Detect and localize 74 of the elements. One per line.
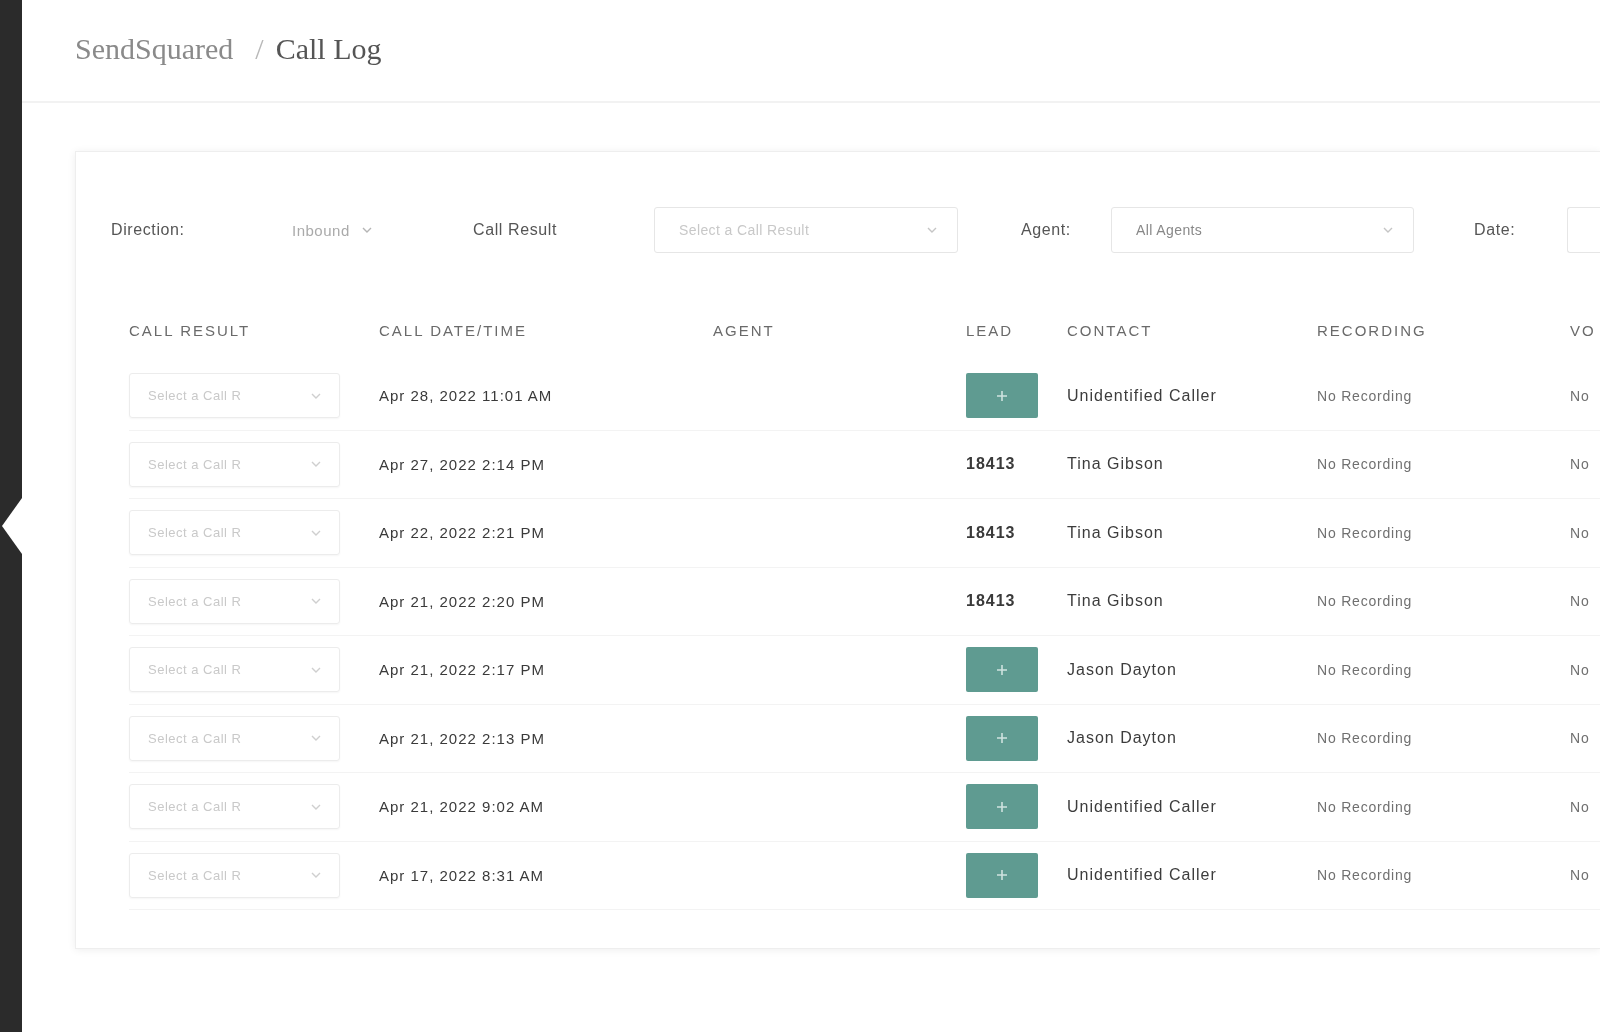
- table-cell: Apr 21, 2022 9:02 AM: [379, 798, 545, 816]
- dropdown[interactable]: Inbound: [292, 221, 418, 239]
- table-cell: Apr 22, 2022 2:21 PM: [379, 524, 545, 542]
- filter-label: Date:: [1474, 221, 1517, 239]
- table-cell: No Recording: [1317, 661, 1413, 678]
- add-button[interactable]: [966, 373, 1038, 419]
- table-cell: Tina Gibson: [1067, 592, 1164, 611]
- table-cell: 18413: [966, 455, 1016, 474]
- chevron-down-icon: [311, 803, 321, 810]
- plus-icon: [996, 663, 1008, 676]
- plus-icon: [996, 869, 1008, 882]
- table-cell: Unidentified Caller: [1067, 866, 1217, 885]
- table-cell: Jason Dayton: [1067, 660, 1177, 679]
- chevron-down-icon: [927, 227, 937, 233]
- plus-icon: [996, 732, 1008, 745]
- table-cell: No: [1570, 593, 1590, 610]
- column-header: RECORDING: [1317, 321, 1428, 339]
- add-button[interactable]: [966, 647, 1038, 693]
- table-cell: Apr 21, 2022 2:13 PM: [379, 729, 545, 747]
- plus-icon: [996, 389, 1008, 402]
- table-cell: 18413: [966, 592, 1016, 611]
- chevron-down-icon: [311, 461, 321, 468]
- table-cell: No: [1570, 798, 1590, 815]
- filter-label: Agent:: [1021, 221, 1072, 239]
- table-cell: No Recording: [1317, 798, 1413, 815]
- table-cell: No Recording: [1317, 867, 1413, 884]
- chevron-down-icon: [311, 598, 321, 605]
- add-button[interactable]: [966, 784, 1038, 830]
- table-cell: Unidentified Caller: [1067, 386, 1217, 405]
- table-cell: No Recording: [1317, 456, 1413, 473]
- table-cell: Tina Gibson: [1067, 523, 1164, 542]
- table-cell: Apr 21, 2022 2:20 PM: [379, 592, 545, 610]
- table-cell: Apr 21, 2022 2:17 PM: [379, 661, 545, 679]
- table-cell: No Recording: [1317, 387, 1413, 404]
- table-cell: Unidentified Caller: [1067, 797, 1217, 816]
- chevron-down-icon: [361, 227, 372, 233]
- table-cell: 18413: [966, 523, 1016, 542]
- table-cell: No: [1570, 867, 1590, 884]
- chevron-down-icon: [311, 735, 321, 742]
- table-cell: Apr 27, 2022 2:14 PM: [379, 455, 545, 473]
- table-cell: Jason Dayton: [1067, 729, 1177, 748]
- table-cell: Apr 17, 2022 8:31 AM: [379, 866, 545, 884]
- chevron-down-icon: [1383, 227, 1393, 233]
- table-cell: No Recording: [1317, 524, 1413, 541]
- table-cell: No: [1570, 456, 1590, 473]
- chevron-down-icon: [311, 529, 321, 536]
- table-cell: Apr 28, 2022 11:01 AM: [379, 387, 553, 405]
- add-button[interactable]: [966, 852, 1038, 898]
- breadcrumb-separator: /: [255, 31, 264, 66]
- column-header: CALL RESULT: [129, 321, 252, 339]
- table-cell: No Recording: [1317, 593, 1413, 610]
- table-cell: Tina Gibson: [1067, 455, 1164, 474]
- breadcrumb-link[interactable]: SendSquared: [75, 31, 234, 66]
- dropdown[interactable]: All Agents: [1111, 207, 1414, 253]
- chevron-down-icon: [311, 666, 321, 673]
- column-header: VO: [1570, 321, 1597, 339]
- table-cell: No Recording: [1317, 730, 1413, 747]
- column-header: AGENT: [713, 321, 776, 339]
- chevron-down-icon: [311, 872, 321, 879]
- column-header: CONTACT: [1067, 321, 1154, 339]
- plus-icon: [996, 800, 1008, 813]
- column-header: LEAD: [966, 321, 1015, 339]
- date-field[interactable]: [1567, 207, 1600, 253]
- add-button[interactable]: [966, 715, 1038, 761]
- page-title: Call Log: [275, 31, 382, 66]
- table-cell: No: [1570, 730, 1590, 747]
- table-cell: No: [1570, 524, 1590, 541]
- column-header: CALL DATE/TIME: [379, 321, 529, 339]
- chevron-down-icon: [311, 392, 321, 399]
- filter-label: Direction:: [111, 221, 186, 239]
- table-cell: No: [1570, 387, 1590, 404]
- table-cell: No: [1570, 661, 1590, 678]
- left-triangle-icon[interactable]: [0, 498, 22, 554]
- filter-label: Call Result: [473, 221, 558, 239]
